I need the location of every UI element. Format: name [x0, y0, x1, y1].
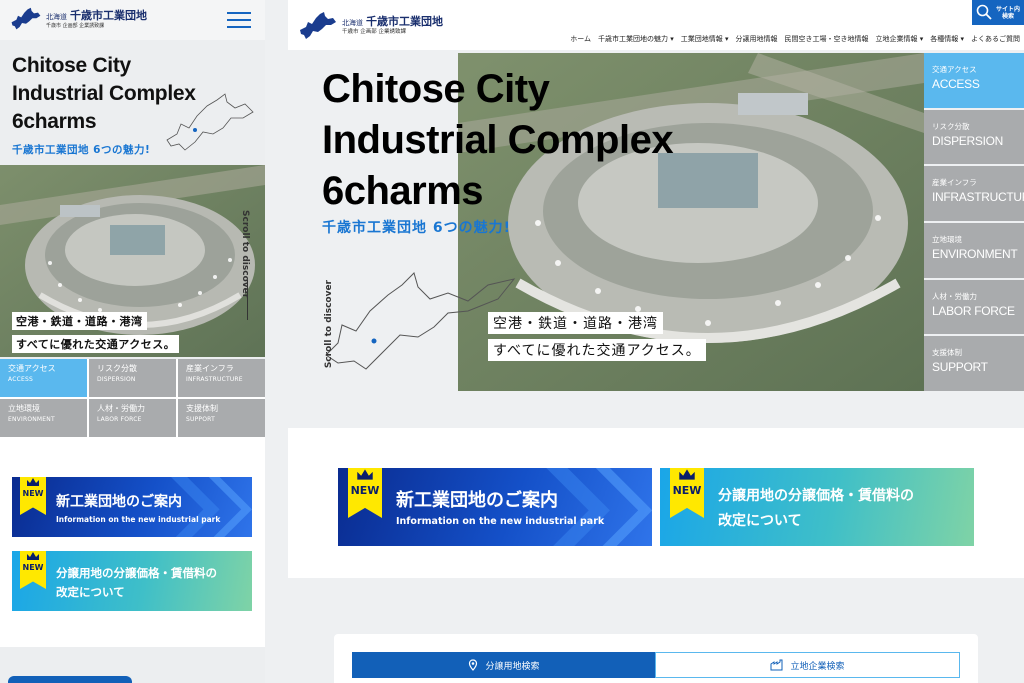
site-logo[interactable]: 北海道 千歳市工業団地 千歳市 企画部 企業誘致課 — [298, 10, 443, 42]
hamburger-menu-icon[interactable] — [227, 12, 251, 28]
nav-park-info[interactable]: 工業団地情報 ▾ — [681, 34, 729, 44]
charm-environment[interactable]: 立地環境 ENVIRONMENT — [924, 223, 1024, 278]
search-card: 分譲用地検索 立地企業検索 — [334, 634, 978, 683]
charm-labor-force[interactable]: 人材・労働力 LABOR FORCE — [924, 279, 1024, 335]
nav-vacant-info[interactable]: 民間空き工場・空き地情報 — [785, 34, 869, 44]
charm-dispersion[interactable]: リスク分散 DISPERSION — [89, 359, 176, 397]
search-icon — [976, 4, 992, 20]
charm-environment[interactable]: 立地環境 ENVIRONMENT — [0, 399, 87, 437]
nav-charms[interactable]: 千歳市工業団地の魅力 ▾ — [598, 34, 674, 44]
price-revision-line2: 改定について — [718, 513, 802, 529]
page: 北海道 千歳市工業団地 千歳市 企画部 企業誘致課 Chitose City In… — [0, 0, 1024, 683]
price-revision-line1: 分譲用地の分譲価格・賃借料の — [56, 566, 217, 580]
global-nav: ホーム 千歳市工業団地の魅力 ▾ 工業団地情報 ▾ 分譲用地情報 民間空き工場・… — [570, 34, 1020, 44]
charm-side-menu: 交通アクセス ACCESS リスク分散 DISPERSION 産業インフラ INFRA… — [924, 53, 1024, 392]
search-section: 分譲用地検索 立地企業検索 — [288, 578, 1024, 683]
desktop-banner-area: NEW 新工業団地のご案内 Information on the new ind… — [288, 428, 1024, 578]
desktop-view: 北海道 千歳市工業団地 千歳市 企画部 企業誘致課 サイト内 検索 ホーム 千歳市工… — [288, 0, 1024, 683]
logo-title: 北海道 千歳市工業団地 — [46, 8, 147, 22]
charm-grid: 交通アクセス ACCESS リスク分散 DISPERSION 産業インフラ INFRA… — [0, 359, 265, 437]
nav-company-info[interactable]: 立地企業情報 ▾ — [876, 34, 924, 44]
charm-support[interactable]: 支援体制 SUPPORT — [178, 399, 265, 437]
site-logo[interactable]: 北海道 千歳市工業団地 千歳市 企画部 企業誘致課 — [10, 6, 147, 32]
site-search-label: サイト内 検索 — [995, 5, 1020, 20]
crown-icon — [27, 552, 39, 560]
nav-various-info[interactable]: 各種情報 ▾ — [930, 34, 964, 44]
charm-access[interactable]: 交通アクセス ACCESS — [0, 359, 87, 397]
desktop-header: 北海道 千歳市工業団地 千歳市 企画部 企業誘致課 サイト内 検索 ホーム 千歳市工… — [288, 0, 1024, 50]
nav-home[interactable]: ホーム — [570, 34, 591, 44]
charm-access[interactable]: 交通アクセス ACCESS — [924, 53, 1024, 108]
hero-title: Chitose City Industrial Complex 6charms — [322, 67, 674, 213]
hero-catchcopy: 空港・鉄道・道路・港湾 すべてに優れた交通アクセス。 — [488, 312, 706, 366]
hero-catchcopy: 空港・鉄道・道路・港湾 すべてに優れた交通アクセス。 — [12, 310, 180, 356]
scroll-indicator: Scroll to discover — [240, 210, 250, 299]
charm-labor-force[interactable]: 人材・労働力 LABOR FORCE — [89, 399, 176, 437]
scroll-indicator: Scroll to discover — [324, 280, 334, 369]
hokkaido-logo-icon — [11, 7, 41, 30]
hero-subtitle: 千歳市工業団地 6つの魅力! — [12, 144, 151, 156]
nav-land-info[interactable]: 分譲用地情報 — [736, 34, 778, 44]
tab-company-search[interactable]: 立地企業検索 — [655, 652, 960, 678]
new-park-subtitle: Information on the new industrial park — [396, 516, 605, 527]
tab-company-search-label: 立地企業検索 — [790, 661, 845, 672]
mobile-search-tab[interactable] — [8, 676, 132, 683]
price-revision-line1: 分譲用地の分譲価格・賃借料の — [718, 488, 914, 504]
hero-subtitle: 千歳市工業団地 6つの魅力! — [322, 220, 511, 236]
hero-section: Chitose City Industrial Complex 6charms … — [288, 50, 1024, 428]
mobile-view: 北海道 千歳市工業団地 千歳市 企画部 企業誘致課 Chitose City In… — [0, 0, 265, 683]
tab-land-search[interactable]: 分譲用地検索 — [352, 652, 655, 678]
mobile-banner-area: NEW 新工業団地のご案内 Information on the new ind… — [0, 437, 265, 647]
new-badge: NEW — [670, 468, 704, 518]
hokkaido-logo-icon — [300, 12, 336, 39]
factory-icon — [770, 659, 783, 671]
new-badge: NEW — [348, 468, 382, 518]
price-revision-banner[interactable]: NEW 分譲用地の分譲価格・賃借料の 改定について — [660, 468, 974, 546]
charm-infrastructure[interactable]: 産業インフラINFRASTRUCTURE — [178, 359, 265, 397]
logo-subtitle: 千歳市 企画部 企業誘致課 — [342, 29, 406, 36]
logo-title: 北海道 千歳市工業団地 — [342, 15, 443, 29]
new-park-subtitle: Information on the new industrial park — [56, 515, 221, 524]
logo-subtitle: 千歳市 企画部 企業誘致課 — [46, 22, 105, 29]
mobile-footer-area — [0, 647, 265, 683]
new-park-banner[interactable]: NEW 新工業団地のご案内 Information on the new ind… — [12, 477, 252, 537]
new-park-banner[interactable]: NEW 新工業団地のご案内 Information on the new ind… — [338, 468, 652, 546]
crown-icon — [679, 469, 695, 480]
site-search-button[interactable]: サイト内 検索 — [972, 0, 1024, 25]
new-badge: NEW — [20, 477, 46, 515]
price-revision-line2: 改定について — [56, 585, 125, 599]
tab-land-search-label: 分譲用地検索 — [485, 661, 540, 672]
price-revision-banner[interactable]: NEW 分譲用地の分譲価格・賃借料の 改定について — [12, 551, 252, 611]
nav-faq[interactable]: よくあるご質問 — [971, 34, 1020, 44]
new-badge: NEW — [20, 551, 46, 589]
charm-dispersion[interactable]: リスク分散 DISPERSION — [924, 109, 1024, 165]
new-park-title: 新工業団地のご案内 — [396, 490, 558, 511]
hokkaido-map-icon — [166, 93, 254, 151]
charm-support[interactable]: 支援体制 SUPPORT — [924, 336, 1024, 392]
map-pin-icon — [469, 659, 478, 671]
charm-infrastructure[interactable]: 産業インフラINFRASTRUCTURE — [924, 166, 1024, 222]
crown-icon — [27, 478, 39, 486]
mobile-header: 北海道 千歳市工業団地 千歳市 企画部 企業誘致課 — [0, 0, 265, 40]
scroll-line — [247, 280, 248, 320]
new-park-title: 新工業団地のご案内 — [56, 494, 182, 510]
crown-icon — [357, 469, 373, 480]
